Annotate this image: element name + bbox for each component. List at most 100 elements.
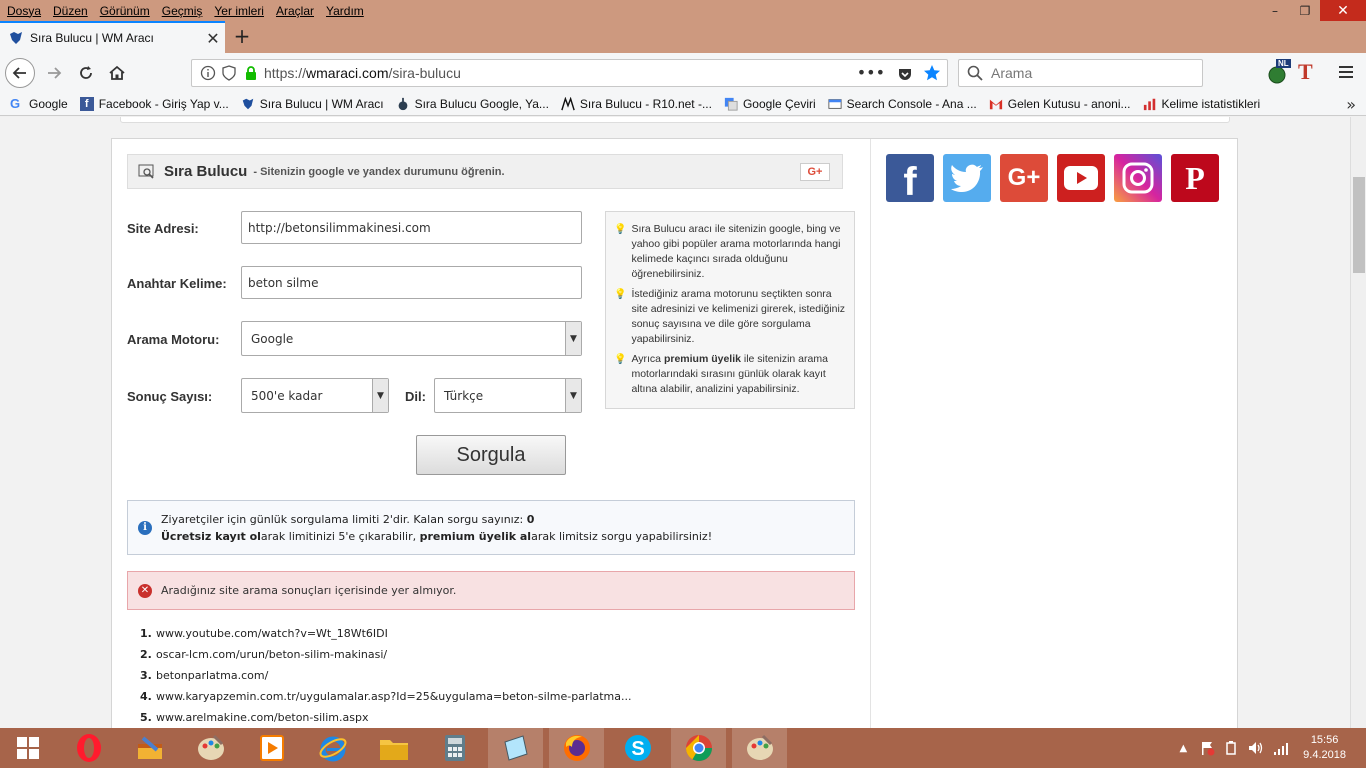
clock-time: 15:56 xyxy=(1310,734,1339,746)
list-item[interactable]: 3. betonparlatma.com/ xyxy=(140,669,632,690)
bookmark-google-ceviri[interactable]: Google Çeviri xyxy=(724,97,816,111)
address-bar[interactable]: https://wmaraci.com/sira-bulucu ••• xyxy=(191,59,948,87)
search-window-icon xyxy=(138,164,154,179)
googleplus-link[interactable]: G+ xyxy=(1000,154,1048,202)
nl-extension-button[interactable]: NL xyxy=(1268,59,1291,84)
signal-icon[interactable] xyxy=(1273,740,1289,756)
free-register-link[interactable]: Ücretsiz kayıt ol xyxy=(161,530,261,543)
menu-dosya[interactable]: Dosya xyxy=(7,4,41,18)
nl-badge: NL xyxy=(1276,59,1291,68)
hamburger-icon xyxy=(1339,66,1353,78)
taskbar-chrome[interactable] xyxy=(671,728,726,768)
chrome-icon xyxy=(685,735,712,762)
power-icon[interactable] xyxy=(1223,740,1239,756)
premium-link[interactable]: premium üyelik al xyxy=(420,530,531,543)
submit-query-button[interactable]: Sorgula xyxy=(416,435,566,475)
taskbar: S ▲ 15:56 9.4.2018 xyxy=(0,728,1366,768)
bookmark-gmail[interactable]: Gelen Kutusu - anoni... xyxy=(989,97,1131,111)
tray-expand-icon[interactable]: ▲ xyxy=(1179,743,1187,754)
pocket-icon[interactable] xyxy=(897,66,913,82)
taskbar-internet-explorer[interactable] xyxy=(305,728,360,768)
forward-button[interactable] xyxy=(40,59,68,87)
search-placeholder: Arama xyxy=(991,65,1033,81)
menu-duzen[interactable]: Düzen xyxy=(53,4,88,18)
taskbar-media-player[interactable] xyxy=(244,728,299,768)
chevron-down-icon: ▼ xyxy=(372,379,388,412)
results-list: 1. www.youtube.com/watch?v=Wt_18Wt6IDI 2.… xyxy=(140,627,632,728)
hamburger-menu-button[interactable] xyxy=(1338,64,1354,83)
bookmark-sira-bulucu-google[interactable]: Sıra Bulucu Google, Ya... xyxy=(396,97,549,111)
reload-button[interactable] xyxy=(72,59,100,87)
bookmark-label: Google Çeviri xyxy=(742,97,816,111)
minimize-button[interactable]: – xyxy=(1260,0,1290,21)
tab-close-icon[interactable]: ✕ xyxy=(201,29,225,48)
arrow-left-icon xyxy=(12,67,26,79)
instagram-link[interactable] xyxy=(1114,154,1162,202)
url-text: https://wmaraci.com/sira-bulucu xyxy=(264,65,461,81)
firefox-icon xyxy=(563,735,590,761)
language-select[interactable]: Türkçe ▼ xyxy=(434,378,582,413)
taskbar-opera[interactable] xyxy=(61,728,116,768)
pinterest-icon: P xyxy=(1185,159,1205,196)
facebook-link[interactable]: f xyxy=(886,154,934,204)
paint-palette-icon xyxy=(746,734,773,760)
lightbulb-icon: 💡 xyxy=(614,354,627,365)
facebook-icon: f xyxy=(79,97,94,111)
bookmark-search-console[interactable]: Search Console - Ana ... xyxy=(828,97,977,111)
pinterest-link[interactable]: P xyxy=(1171,154,1219,202)
new-tab-button[interactable]: + xyxy=(230,25,254,49)
taskbar-paint[interactable] xyxy=(183,728,238,768)
t-extension-button[interactable]: T xyxy=(1298,59,1313,85)
taskbar-notepad[interactable] xyxy=(488,728,543,768)
page-actions-icon[interactable]: ••• xyxy=(857,63,885,82)
nav-toolbar: https://wmaraci.com/sira-bulucu ••• Aram… xyxy=(0,53,1366,93)
gplus-share-button[interactable]: G+ xyxy=(800,163,830,181)
bookmark-star-icon[interactable] xyxy=(923,64,941,82)
search-console-icon xyxy=(828,99,842,109)
page-scrollbar[interactable] xyxy=(1350,117,1366,728)
home-button[interactable] xyxy=(103,59,131,87)
list-item[interactable]: 2. oscar-lcm.com/urun/beton-silim-makinas… xyxy=(140,648,632,669)
bookmarks-overflow-icon[interactable]: » xyxy=(1346,95,1356,114)
gmail-icon xyxy=(989,99,1002,110)
menu-gecmis[interactable]: Geçmiş xyxy=(162,4,203,18)
list-item[interactable]: 5. www.arelmakine.com/beton-silim.aspx xyxy=(140,711,632,728)
twitter-link[interactable] xyxy=(943,154,991,202)
menu-araclar[interactable]: Araçlar xyxy=(276,4,314,18)
taskbar-paint-2[interactable] xyxy=(732,728,787,768)
flag-alert-icon[interactable] xyxy=(1199,740,1215,756)
taskbar-app-tools[interactable] xyxy=(122,728,177,768)
list-item[interactable]: 1. www.youtube.com/watch?v=Wt_18Wt6IDI xyxy=(140,627,632,648)
bookmark-sira-bulucu[interactable]: Sıra Bulucu | WM Aracı xyxy=(241,97,384,111)
menu-yardim[interactable]: Yardım xyxy=(326,4,364,18)
tab-sira-bulucu[interactable]: Sıra Bulucu | WM Aracı ✕ xyxy=(0,21,225,53)
bookmark-r10[interactable]: Sıra Bulucu - R10.net -... xyxy=(561,97,712,111)
bookmark-google[interactable]: G Google xyxy=(10,97,68,112)
start-button[interactable] xyxy=(0,728,55,768)
youtube-link[interactable] xyxy=(1057,154,1105,202)
search-input[interactable]: Arama xyxy=(958,59,1203,87)
result-count-select[interactable]: 500'e kadar ▼ xyxy=(241,378,389,413)
notepad-icon xyxy=(503,735,528,761)
taskbar-firefox[interactable] xyxy=(549,728,604,768)
search-engine-select[interactable]: Google ▼ xyxy=(241,321,582,356)
info-circle-icon: i xyxy=(138,520,152,535)
keyword-input[interactable]: beton silme xyxy=(241,266,582,299)
list-item[interactable]: 4. www.karyapzemin.com.tr/uygulamalar.asp… xyxy=(140,690,632,711)
volume-icon[interactable] xyxy=(1247,740,1265,756)
restore-button[interactable]: ❐ xyxy=(1290,0,1320,21)
scrollbar-thumb[interactable] xyxy=(1353,177,1365,273)
bookmark-kelime-istatistikleri[interactable]: Kelime istatistikleri xyxy=(1143,97,1260,111)
bookmark-label: Gelen Kutusu - anoni... xyxy=(1007,97,1131,111)
site-address-input[interactable]: http://betonsilimmakinesi.com xyxy=(241,211,582,244)
bookmark-facebook[interactable]: f Facebook - Giriş Yap v... xyxy=(79,97,229,111)
opera-icon xyxy=(76,734,101,762)
close-window-button[interactable]: ✕ xyxy=(1320,0,1366,21)
taskbar-calculator[interactable] xyxy=(427,728,482,768)
menu-gorunum[interactable]: Görünüm xyxy=(100,4,150,18)
system-clock[interactable]: 15:56 9.4.2018 xyxy=(1303,733,1346,763)
back-button[interactable] xyxy=(5,58,35,88)
taskbar-file-explorer[interactable] xyxy=(366,728,421,768)
taskbar-skype[interactable]: S xyxy=(610,728,665,768)
menu-yer-imleri[interactable]: Yer imleri xyxy=(214,4,264,18)
